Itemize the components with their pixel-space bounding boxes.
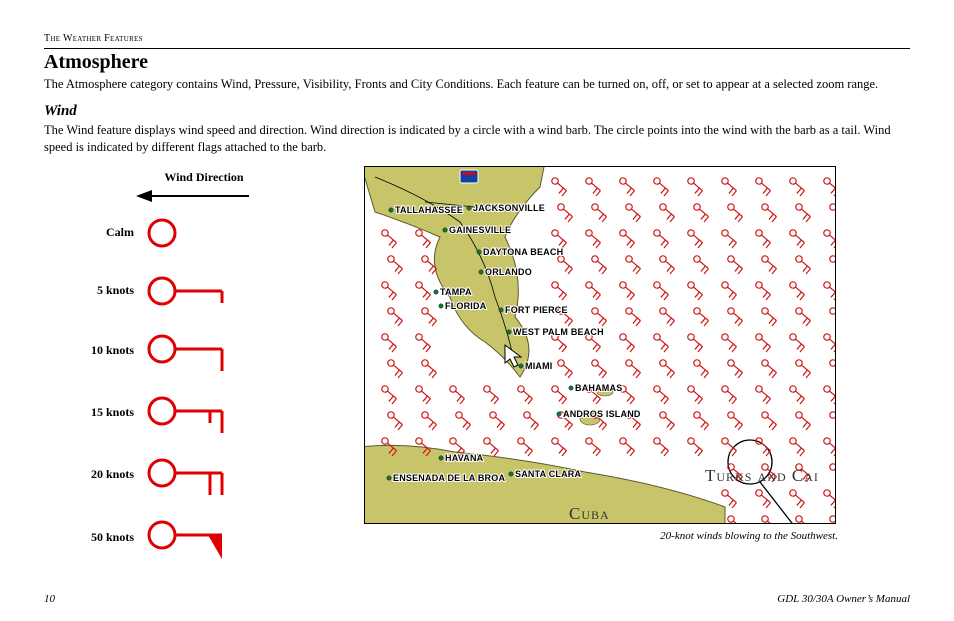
wind-barb-50kt-icon <box>144 517 244 559</box>
city-label: DAYTONA BEACH <box>483 247 563 257</box>
legend-label: 20 knots <box>72 467 134 482</box>
region-label: Cuba <box>569 504 610 523</box>
region-label: Turks and Cai <box>705 466 819 485</box>
wind-map: TALLAHASSEE JACKSONVILLE GAINESVILLE DAYTON… <box>364 166 836 524</box>
wind-map-svg: TALLAHASSEE JACKSONVILLE GAINESVILLE DAYTON… <box>365 167 836 524</box>
legend-label: Calm <box>72 225 134 240</box>
city-label: ENSENADA DE LA BROA <box>393 473 505 483</box>
legend-label: 15 knots <box>72 405 134 420</box>
city-label: ANDROS ISLAND <box>563 409 641 419</box>
legend-item-10kt: 10 knots <box>144 331 304 371</box>
city-label: BAHAMAS <box>575 383 622 393</box>
section-header-text: The Weather Features <box>44 33 143 44</box>
legend-item-20kt: 20 knots <box>144 455 304 495</box>
city-label: TAMPA <box>440 287 472 297</box>
legend-label: 50 knots <box>72 530 134 545</box>
city-label: JACKSONVILLE <box>473 203 545 213</box>
wind-direction-arrow-icon <box>134 187 254 205</box>
city-label: FLORIDA <box>445 301 487 311</box>
subsection-title: Wind <box>44 103 910 120</box>
legend-item-5kt: 5 knots <box>144 273 304 309</box>
city-label: SANTA CLARA <box>515 469 581 479</box>
legend-label: 5 knots <box>72 283 134 298</box>
legend-item-50kt: 50 knots <box>144 517 304 559</box>
city-label: FORT PIERCE <box>505 305 568 315</box>
city-label: ORLANDO <box>485 267 532 277</box>
legend-item-15kt: 15 knots <box>144 393 304 433</box>
city-label: MIAMI <box>525 361 553 371</box>
wind-barb-calm-icon <box>144 215 234 251</box>
legend-item-calm: Calm <box>144 215 304 251</box>
wind-barb-5kt-icon <box>144 273 244 309</box>
page-title: Atmosphere <box>44 51 910 74</box>
city-label: TALLAHASSEE <box>395 205 463 215</box>
wind-legend: Wind Direction Calm 5 knots 10 knots <box>44 166 304 581</box>
wind-barb-10kt-icon <box>144 331 244 371</box>
content-row: Wind Direction Calm 5 knots 10 knots <box>44 166 910 581</box>
manual-name: GDL 30/30A Owner’s Manual <box>777 593 910 605</box>
page-footer: 10 GDL 30/30A Owner’s Manual <box>44 593 910 605</box>
section-header: The Weather Features <box>44 28 910 49</box>
wind-barb-15kt-icon <box>144 393 244 433</box>
wind-barb-20kt-icon <box>144 455 244 495</box>
subsection-paragraph: The Wind feature displays wind speed and… <box>44 122 910 156</box>
legend-label: 10 knots <box>72 343 134 358</box>
city-label: WEST PALM BEACH <box>513 327 604 337</box>
intro-paragraph: The Atmosphere category contains Wind, P… <box>44 76 910 93</box>
legend-title: Wind Direction <box>104 170 304 185</box>
page-number: 10 <box>44 593 55 605</box>
city-label: HAVANA <box>445 453 484 463</box>
city-label: GAINESVILLE <box>449 225 511 235</box>
map-caption: 20-knot winds blowing to the Southwest. <box>364 530 844 542</box>
map-column: TALLAHASSEE JACKSONVILLE GAINESVILLE DAYTON… <box>364 166 844 542</box>
